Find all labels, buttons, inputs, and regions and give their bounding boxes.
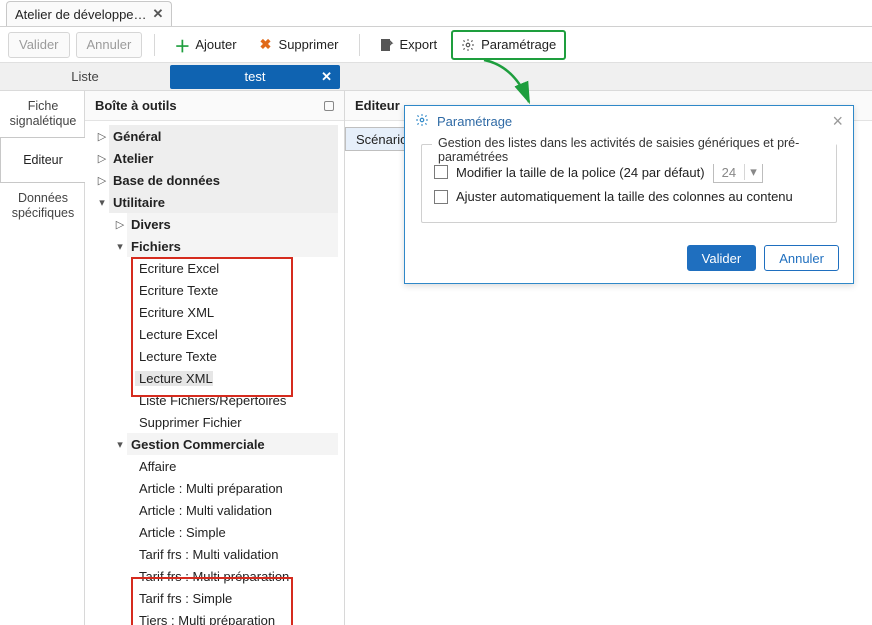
document-tab-title: Atelier de développe…: [15, 7, 147, 22]
chevron-right-icon[interactable]: ▷: [95, 152, 109, 165]
chevron-right-icon[interactable]: ▷: [113, 218, 127, 231]
tree-leaf[interactable]: Article : Multi préparation: [85, 477, 344, 499]
annuler-button: Annuler: [76, 32, 143, 58]
supprimer-button[interactable]: ✖ Supprimer: [251, 32, 347, 58]
document-tab[interactable]: Atelier de développe… ✕: [6, 1, 172, 26]
tab-fiche-signaletique[interactable]: Fiche signalétique: [0, 91, 85, 137]
tree-leaf[interactable]: Supprimer Fichier: [85, 411, 344, 433]
export-button[interactable]: Export: [372, 32, 446, 58]
tree-leaf[interactable]: Lecture XML: [85, 367, 344, 389]
checkbox-auto-columns-label: Ajuster automatiquement la taille des co…: [456, 189, 793, 204]
tree-leaf[interactable]: Tiers : Multi préparation: [85, 609, 344, 625]
liste-label: Liste: [0, 69, 170, 84]
export-icon: [380, 38, 394, 52]
tree-leaf[interactable]: Liste Fichiers/Répertoires: [85, 389, 344, 411]
gear-icon: [461, 38, 475, 52]
tree-leaf[interactable]: Tarif frs : Simple: [85, 587, 344, 609]
tree-leaf[interactable]: Tarif frs : Multi validation: [85, 543, 344, 565]
valider-button: Valider: [8, 32, 70, 58]
tree-leaf[interactable]: Ecriture Texte: [85, 279, 344, 301]
tree-node-bdd[interactable]: ▷Base de données: [85, 169, 344, 191]
chevron-down-icon[interactable]: ▾: [95, 196, 109, 209]
tree-node-atelier[interactable]: ▷Atelier: [85, 147, 344, 169]
pin-icon[interactable]: [324, 101, 334, 111]
delete-icon: ✖: [259, 38, 273, 52]
parametrage-dialog: Paramétrage × Gestion des listes dans le…: [404, 105, 854, 284]
toolbar-separator: [359, 34, 360, 56]
dialog-title: Paramétrage: [437, 114, 512, 129]
close-icon[interactable]: ×: [832, 111, 843, 132]
tree-node-utilitaire[interactable]: ▾Utilitaire: [85, 191, 344, 213]
chevron-right-icon[interactable]: ▷: [95, 174, 109, 187]
tree-leaf[interactable]: Lecture Excel: [85, 323, 344, 345]
tree-node-fichiers[interactable]: ▾Fichiers: [85, 235, 344, 257]
tab-donnees-specifiques[interactable]: Données spécifiques: [0, 183, 85, 229]
chevron-down-icon: ▾: [744, 164, 762, 180]
checkbox-font-size-label: Modifier la taille de la police (24 par …: [456, 165, 705, 180]
toolbox-tree[interactable]: ▷Général ▷Atelier ▷Base de données ▾Util…: [85, 121, 344, 625]
toolbar-separator: [154, 34, 155, 56]
dialog-annuler-button[interactable]: Annuler: [764, 245, 839, 271]
chevron-down-icon[interactable]: ▾: [113, 240, 127, 253]
tree-leaf[interactable]: Lecture Texte: [85, 345, 344, 367]
toolbox-title: Boîte à outils: [95, 98, 177, 113]
tree-leaf[interactable]: Ecriture Excel: [85, 257, 344, 279]
tree-node-divers[interactable]: ▷Divers: [85, 213, 344, 235]
tree-leaf[interactable]: Article : Multi validation: [85, 499, 344, 521]
tree-leaf[interactable]: Affaire: [85, 455, 344, 477]
test-chip[interactable]: test ✕: [170, 65, 340, 89]
tab-editeur[interactable]: Editeur: [0, 137, 85, 183]
tree-leaf[interactable]: Ecriture XML: [85, 301, 344, 323]
checkbox-font-size[interactable]: [434, 165, 448, 179]
font-size-select[interactable]: 24 ▾: [713, 161, 763, 183]
chevron-down-icon[interactable]: ▾: [113, 438, 127, 451]
fieldset-legend: Gestion des listes dans les activités de…: [432, 136, 836, 164]
close-icon[interactable]: ✕: [153, 6, 164, 22]
tree-leaf[interactable]: Tarif frs : Multi préparation: [85, 565, 344, 587]
close-icon[interactable]: ✕: [321, 69, 332, 85]
dialog-valider-button[interactable]: Valider: [687, 245, 757, 271]
plus-icon: ＋: [175, 38, 189, 52]
checkbox-auto-columns[interactable]: [434, 190, 448, 204]
parametrage-button[interactable]: Paramétrage: [451, 30, 566, 60]
ajouter-button[interactable]: ＋ Ajouter: [167, 32, 244, 58]
tree-node-gestion-commerciale[interactable]: ▾Gestion Commerciale: [85, 433, 344, 455]
tree-leaf[interactable]: Article : Simple: [85, 521, 344, 543]
chevron-right-icon[interactable]: ▷: [95, 130, 109, 143]
tree-node-general[interactable]: ▷Général: [85, 125, 344, 147]
gear-icon: [415, 113, 429, 130]
